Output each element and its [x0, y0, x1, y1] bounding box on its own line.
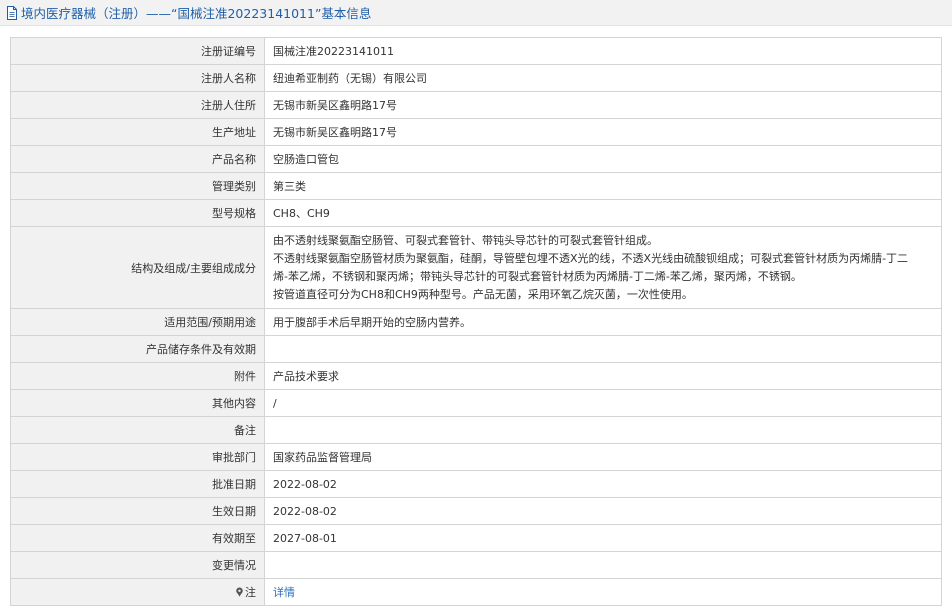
table-row: 管理类别 第三类	[10, 172, 942, 200]
table-row: 变更情况	[10, 551, 942, 579]
table-row: 批准日期 2022-08-02	[10, 470, 942, 498]
table-row: 注册证编号 国械注准20223141011	[10, 37, 942, 65]
table-row: 产品储存条件及有效期	[10, 335, 942, 363]
field-label: 审批部门	[10, 443, 265, 471]
field-value: 国家药品监督管理局	[264, 443, 942, 471]
document-icon	[7, 5, 17, 20]
field-label: 附件	[10, 362, 265, 390]
composition-line: 烯-苯乙烯，不锈钢和聚丙烯；带钝头导芯针的可裂式套管针材质为丙烯腈-丁二烯-苯乙…	[273, 269, 802, 283]
field-value: 2022-08-02	[264, 470, 942, 498]
field-label: 变更情况	[10, 551, 265, 579]
field-value: 详情	[264, 578, 942, 606]
field-label: 适用范围/预期用途	[10, 308, 265, 336]
table-row: 备注	[10, 416, 942, 444]
field-label: 管理类别	[10, 172, 265, 200]
field-value: 国械注准20223141011	[264, 37, 942, 65]
table-row: 生产地址 无锡市新吴区鑫明路17号	[10, 118, 942, 146]
note-label: 注	[245, 586, 256, 599]
field-value: 由不透射线聚氨酯空肠管、可裂式套管针、带钝头导芯针的可裂式套管针组成。 不透射线…	[264, 226, 942, 309]
table-row: 型号规格 CH8、CH9	[10, 199, 942, 227]
table-row: 附件 产品技术要求	[10, 362, 942, 390]
field-label: 结构及组成/主要组成成分	[10, 226, 265, 309]
field-value: CH8、CH9	[264, 199, 942, 227]
field-label: 其他内容	[10, 389, 265, 417]
field-value: 2027-08-01	[264, 524, 942, 552]
field-value: 空肠造口管包	[264, 145, 942, 173]
info-table: 注册证编号 国械注准20223141011 注册人名称 纽迪希亚制药（无锡）有限…	[10, 37, 942, 606]
note-row: 注 详情	[10, 578, 942, 606]
field-label: 型号规格	[10, 199, 265, 227]
field-value	[264, 416, 942, 444]
page-title: 境内医疗器械（注册）——“国械注准20223141011”基本信息	[21, 6, 372, 21]
field-label: 注	[10, 578, 265, 606]
field-value: 用于腹部手术后早期开始的空肠内营养。	[264, 308, 942, 336]
table-row: 产品名称 空肠造口管包	[10, 145, 942, 173]
field-value: 第三类	[264, 172, 942, 200]
table-row: 生效日期 2022-08-02	[10, 497, 942, 525]
composition-line: 按管道直径可分为CH8和CH9两种型号。产品无菌，采用环氧乙烷灭菌，一次性使用。	[273, 287, 693, 301]
details-link[interactable]: 详情	[273, 586, 295, 599]
field-value: 2022-08-02	[264, 497, 942, 525]
table-row: 适用范围/预期用途 用于腹部手术后早期开始的空肠内营养。	[10, 308, 942, 336]
table-row: 注册人住所 无锡市新吴区鑫明路17号	[10, 91, 942, 119]
composition-line: 不透射线聚氨酯空肠管材质为聚氨酯，硅酮，导管壁包埋不透X光的线，不透X光线由硫酸…	[273, 251, 909, 265]
field-value: 无锡市新吴区鑫明路17号	[264, 91, 942, 119]
field-label: 产品储存条件及有效期	[10, 335, 265, 363]
field-label: 产品名称	[10, 145, 265, 173]
field-value: 产品技术要求	[264, 362, 942, 390]
field-label: 注册人名称	[10, 64, 265, 92]
field-label: 生效日期	[10, 497, 265, 525]
field-label: 备注	[10, 416, 265, 444]
table-row: 注册人名称 纽迪希亚制药（无锡）有限公司	[10, 64, 942, 92]
table-row: 审批部门 国家药品监督管理局	[10, 443, 942, 471]
field-value	[264, 551, 942, 579]
field-value: 无锡市新吴区鑫明路17号	[264, 118, 942, 146]
field-label: 批准日期	[10, 470, 265, 498]
table-row: 其他内容 /	[10, 389, 942, 417]
table-row: 有效期至 2027-08-01	[10, 524, 942, 552]
field-value	[264, 335, 942, 363]
page-header: 境内医疗器械（注册）——“国械注准20223141011”基本信息	[0, 0, 952, 26]
pin-icon	[236, 587, 243, 597]
field-label: 生产地址	[10, 118, 265, 146]
field-label: 注册人住所	[10, 91, 265, 119]
field-value: 纽迪希亚制药（无锡）有限公司	[264, 64, 942, 92]
field-label: 有效期至	[10, 524, 265, 552]
composition-line: 由不透射线聚氨酯空肠管、可裂式套管针、带钝头导芯针的可裂式套管针组成。	[273, 233, 658, 247]
field-value: /	[264, 389, 942, 417]
field-label: 注册证编号	[10, 37, 265, 65]
table-row: 结构及组成/主要组成成分 由不透射线聚氨酯空肠管、可裂式套管针、带钝头导芯针的可…	[10, 226, 942, 309]
